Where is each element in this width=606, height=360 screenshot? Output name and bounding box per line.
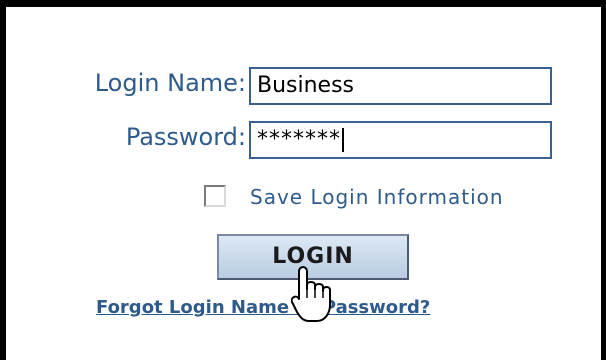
login-name-label: Login Name: — [94, 69, 246, 97]
forgot-login-link[interactable]: Forgot Login Name or Password? — [96, 297, 430, 318]
hand-pointer-icon — [291, 266, 331, 322]
password-label: Password: — [125, 123, 246, 151]
password-value: ******* — [257, 127, 341, 152]
save-login-checkbox[interactable] — [204, 185, 226, 207]
login-panel: Login Name: Business Password: ******* S… — [0, 0, 606, 360]
password-field[interactable]: ******* — [249, 121, 552, 159]
login-name-value: Business — [257, 73, 355, 98]
login-name-field[interactable]: Business — [249, 67, 552, 105]
text-caret — [342, 128, 344, 152]
save-login-label[interactable]: Save Login Information — [250, 185, 504, 209]
